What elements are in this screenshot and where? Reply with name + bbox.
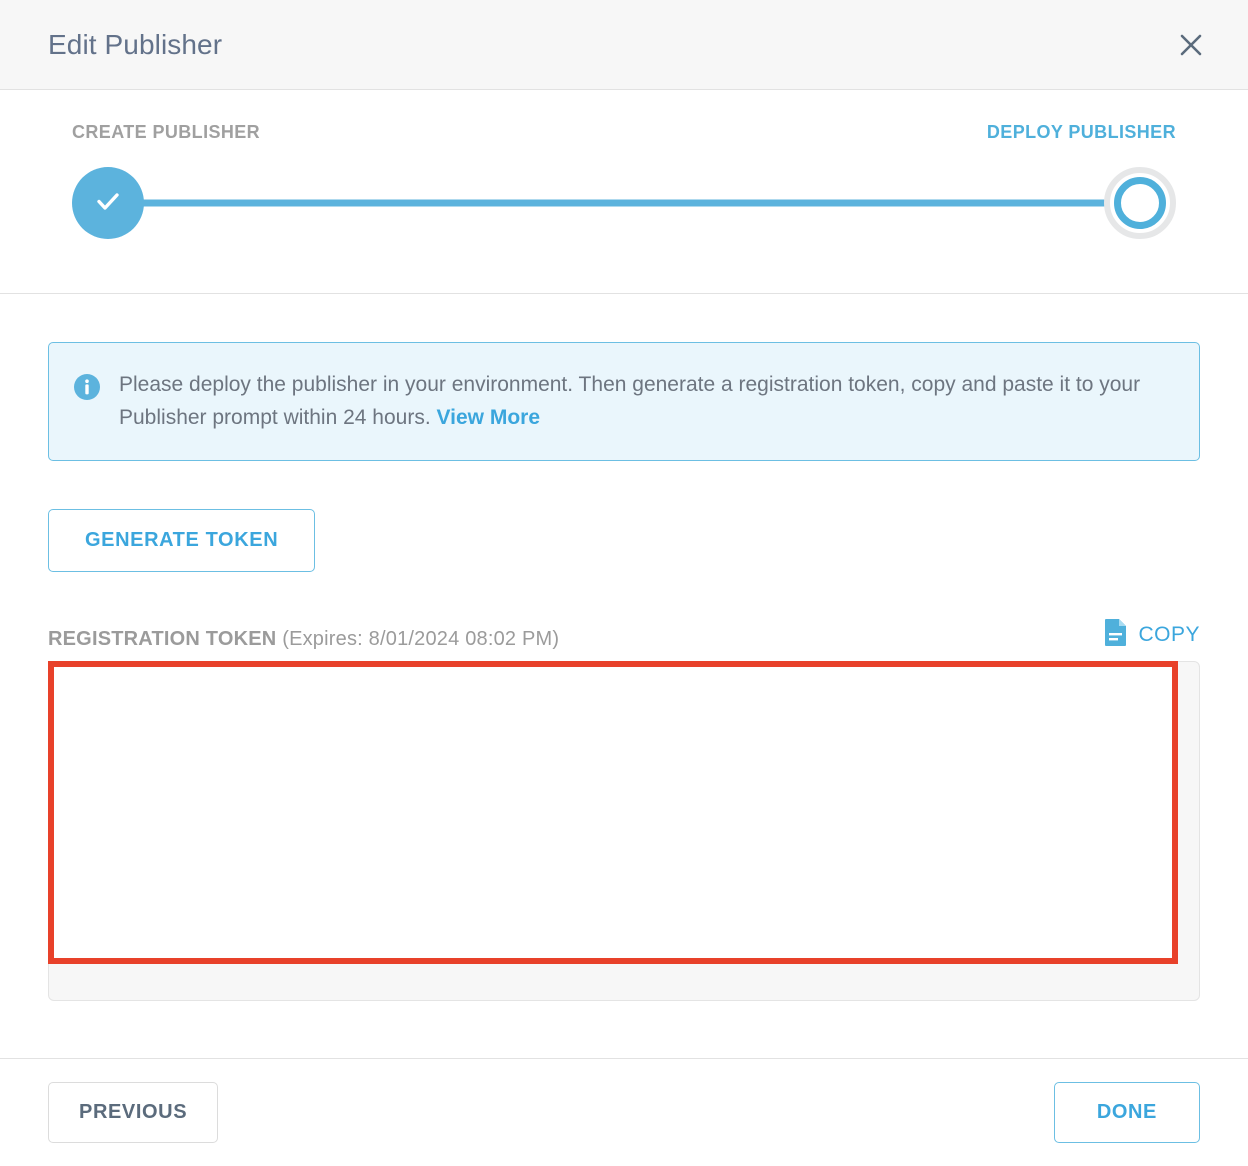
close-icon <box>1176 30 1206 60</box>
registration-token-label-main: REGISTRATION TOKEN <box>48 628 277 651</box>
step-label-create-publisher: CREATE PUBLISHER <box>72 122 261 142</box>
wizard-stepper: CREATE PUBLISHER DEPLOY PUBLISHER <box>0 90 1248 294</box>
step-track <box>72 167 1176 239</box>
generate-token-button[interactable]: GENERATE TOKEN <box>48 509 316 573</box>
done-button[interactable]: DONE <box>1053 1082 1200 1143</box>
edit-publisher-dialog: Edit Publisher CREATE PUBLISHER DEPLOY P… <box>0 0 1248 1166</box>
step-connector-line <box>106 199 1142 207</box>
step-circle-completed[interactable] <box>72 167 144 239</box>
registration-token-expiry: (Expires: 8/01/2024 08:02 PM) <box>282 628 560 651</box>
dialog-header: Edit Publisher <box>0 0 1248 90</box>
info-banner-text: Please deploy the publisher in your envi… <box>119 369 1171 434</box>
page-title: Edit Publisher <box>48 28 223 60</box>
step-label-deploy-publisher: DEPLOY PUBLISHER <box>986 122 1176 142</box>
view-more-link[interactable]: View More <box>437 406 540 429</box>
check-icon <box>91 184 125 223</box>
info-banner: Please deploy the publisher in your envi… <box>48 342 1200 462</box>
copy-file-icon <box>1104 618 1128 651</box>
step-node-deploy-publisher[interactable] <box>1104 167 1176 239</box>
step-labels: CREATE PUBLISHER DEPLOY PUBLISHER <box>72 122 1176 143</box>
info-banner-message: Please deploy the publisher in your envi… <box>119 373 1141 429</box>
previous-button[interactable]: PREVIOUS <box>48 1082 219 1143</box>
close-button[interactable] <box>1168 22 1214 68</box>
registration-token-textarea[interactable] <box>48 661 1200 1002</box>
copy-token-button[interactable]: COPY <box>1104 618 1200 651</box>
dialog-body: Please deploy the publisher in your envi… <box>0 294 1248 1058</box>
dialog-footer: PREVIOUS DONE <box>0 1058 1248 1166</box>
copy-token-label: COPY <box>1138 622 1200 646</box>
step-circle-active[interactable] <box>1104 167 1176 239</box>
info-icon <box>73 373 101 406</box>
token-header: REGISTRATION TOKEN (Expires: 8/01/2024 0… <box>48 618 1200 651</box>
step-node-create-publisher[interactable] <box>72 167 144 239</box>
registration-token-field-wrap <box>48 661 1200 1002</box>
registration-token-label: REGISTRATION TOKEN (Expires: 8/01/2024 0… <box>48 628 559 651</box>
circle-icon <box>1114 177 1166 229</box>
